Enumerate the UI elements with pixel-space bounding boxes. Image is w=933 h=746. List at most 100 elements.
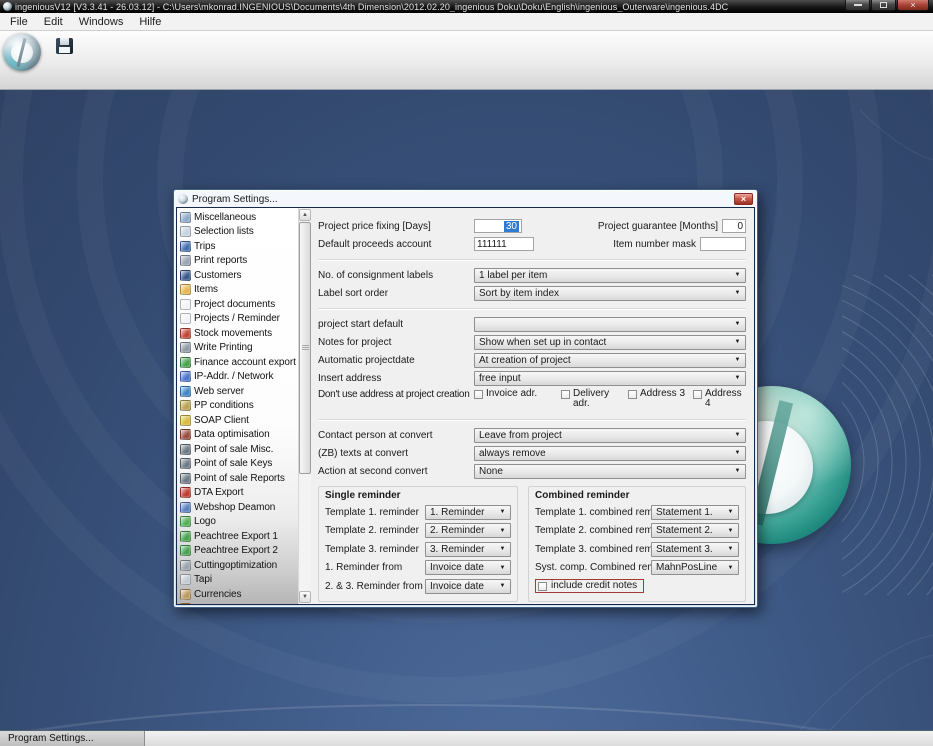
sidebar-item-write-printing[interactable]: Write Printing [177, 341, 298, 356]
sidebar-item-point-of-sale-reports[interactable]: Point of sale Reports [177, 471, 298, 486]
field-label: Notes for project [318, 337, 474, 348]
template-3-reminder-dropdown[interactable]: 3. Reminder▼ [425, 542, 511, 557]
separator [318, 259, 746, 260]
scrollbar-thumb[interactable] [299, 222, 311, 474]
chevron-down-icon: ▼ [730, 339, 745, 345]
sidebar-item-point-of-sale-keys[interactable]: Point of sale Keys [177, 457, 298, 472]
sidebar-item-print-reports[interactable]: Print reports [177, 254, 298, 269]
item-mask-input[interactable] [700, 237, 746, 251]
template-2-reminder-dropdown[interactable]: 2. Reminder▼ [425, 523, 511, 538]
sidebar-item-cuttingoptimization[interactable]: Cuttingoptimization [177, 558, 298, 573]
menu-item-file[interactable]: File [2, 16, 36, 28]
chevron-down-icon: ▼ [495, 546, 510, 552]
field-label: Contact person at convert [318, 430, 474, 441]
checkbox[interactable] [628, 390, 637, 399]
sidebar-scrollbar[interactable]: ▲ ▼ [298, 208, 311, 604]
menu-item-windows[interactable]: Windows [71, 16, 132, 28]
scroll-down-icon[interactable]: ▼ [299, 591, 311, 603]
template-1-reminder-dropdown[interactable]: 1. Reminder▼ [425, 505, 511, 520]
dialog-content: Miscellaneous Selection lists Trips Prin… [176, 207, 755, 605]
chevron-down-icon: ▼ [730, 272, 745, 278]
sidebar-item-point-of-sale-misc[interactable]: Point of sale Misc. [177, 442, 298, 457]
single-reminder-rows: Template 1. reminder 1. Reminder▼ Templa… [325, 503, 511, 596]
field-label: Template 1. reminder [325, 507, 425, 518]
combined-reminder-rows: Template 1. combined reminder Statement … [535, 503, 739, 577]
sidebar-item-projects-reminder[interactable]: Projects / Reminder [177, 312, 298, 327]
guarantee-input[interactable]: 0 [722, 219, 746, 233]
maximize-button[interactable] [871, 0, 896, 11]
field-label: Syst. comp. Combined reminder [535, 562, 651, 573]
sidebar-item-ip-addr-network[interactable]: IP-Addr. / Network [177, 370, 298, 385]
field-label: (ZB) texts at convert [318, 448, 474, 459]
include-credit-notes-highlight: include credit notes [535, 579, 644, 593]
taskbar-item-program-settings[interactable]: Program Settings... [0, 731, 145, 746]
label-sort-order-dropdown[interactable]: Sort by item index▼ [474, 286, 746, 301]
sidebar-item-selection-lists[interactable]: Selection lists [177, 225, 298, 240]
project-start-dropdown[interactable]: ▼ [474, 317, 746, 332]
sidebar-item-dta-export[interactable]: DTA Export [177, 486, 298, 501]
include-credit-notes-checkbox[interactable] [538, 582, 547, 591]
sidebar-item-items[interactable]: Items [177, 283, 298, 298]
chevron-down-icon: ▼ [495, 565, 510, 571]
sidebar-item-project-documents[interactable]: Project documents [177, 297, 298, 312]
sidebar-item-stock-movements[interactable]: Stock movements [177, 326, 298, 341]
close-button[interactable]: × [897, 0, 929, 11]
chevron-down-icon: ▼ [723, 509, 738, 515]
sidebar-item-peachtree-export-2[interactable]: Peachtree Export 2 [177, 544, 298, 559]
insert-address-dropdown[interactable]: free input▼ [474, 371, 746, 386]
field-label: 2. & 3. Reminder from [325, 581, 425, 592]
sidebar-item-partial[interactable] [177, 602, 298, 605]
price-fixing-input[interactable]: 30 [474, 219, 522, 233]
notes-for-project-dropdown[interactable]: Show when set up in contact▼ [474, 335, 746, 350]
settings-panel: Project price fixing [Days] 30 Project g… [311, 208, 754, 604]
syst-comp-combined-reminder-dropdown[interactable]: MahnPosLine▼ [651, 560, 739, 575]
sidebar-item-peachtree-export-1[interactable]: Peachtree Export 1 [177, 529, 298, 544]
template-1-combined-reminder-dropdown[interactable]: Statement 1.▼ [651, 505, 739, 520]
sidebar-item-trips[interactable]: Trips [177, 239, 298, 254]
field-label: Insert address [318, 373, 474, 384]
truck-icon [180, 241, 191, 252]
sidebar-item-web-server[interactable]: Web server [177, 384, 298, 399]
1-reminder-from-dropdown[interactable]: Invoice date▼ [425, 560, 511, 575]
zb-texts-convert-dropdown[interactable]: always remove▼ [474, 446, 746, 461]
dialog-close-button[interactable]: × [734, 193, 753, 205]
sidebar-item-currencies[interactable]: Currencies [177, 587, 298, 602]
save-button[interactable] [56, 38, 73, 54]
action-second-convert-dropdown[interactable]: None▼ [474, 464, 746, 479]
checkbox[interactable] [693, 390, 702, 399]
app-icon [3, 2, 12, 11]
checkbox[interactable] [474, 390, 483, 399]
automatic-projectdate-dropdown[interactable]: At creation of project▼ [474, 353, 746, 368]
sidebar-item-finance-account-export[interactable]: Finance account export [177, 355, 298, 370]
sidebar-item-miscellaneous[interactable]: Miscellaneous [177, 210, 298, 225]
proceeds-account-input[interactable]: 111111 [474, 237, 534, 251]
checkbox[interactable] [561, 390, 570, 399]
export-icon [180, 545, 191, 556]
sidebar-item-customers[interactable]: Customers [177, 268, 298, 283]
contact-person-convert-dropdown[interactable]: Leave from project▼ [474, 428, 746, 443]
checkbox-item-address-4: Address 4 [693, 389, 741, 409]
sidebar-item-webshop-deamon[interactable]: Webshop Deamon [177, 500, 298, 515]
minimize-icon [854, 4, 862, 6]
template-2-combined-reminder-dropdown[interactable]: Statement 2.▼ [651, 523, 739, 538]
sidebar-item-tapi[interactable]: Tapi [177, 573, 298, 588]
sidebar-item-soap-client[interactable]: SOAP Client [177, 413, 298, 428]
globe-icon [180, 386, 191, 397]
sidebar-item-logo[interactable]: Logo [177, 515, 298, 530]
2-3-reminder-from-dropdown[interactable]: Invoice date▼ [425, 579, 511, 594]
scroll-up-icon[interactable]: ▲ [299, 209, 311, 221]
menu-item-edit[interactable]: Edit [36, 16, 71, 28]
single-reminder-group: Single reminder Template 1. reminder 1. … [318, 486, 518, 602]
menu-item-hilfe[interactable]: Hilfe [131, 16, 169, 28]
minimize-button[interactable] [845, 0, 870, 11]
phone-icon [180, 574, 191, 585]
sidebar-item-data-optimisation[interactable]: Data optimisation [177, 428, 298, 443]
field-label: No. of consignment labels [318, 270, 474, 281]
dialog-icon [178, 194, 188, 204]
template-3-combined-reminder-dropdown[interactable]: Statement 3.▼ [651, 542, 739, 557]
sidebar-item-pp-conditions[interactable]: PP conditions [177, 399, 298, 414]
webshop-icon [180, 502, 191, 513]
consignment-labels-dropdown[interactable]: 1 label per item▼ [474, 268, 746, 283]
dialog-titlebar[interactable]: Program Settings... × [176, 192, 755, 207]
pos-icon [180, 444, 191, 455]
